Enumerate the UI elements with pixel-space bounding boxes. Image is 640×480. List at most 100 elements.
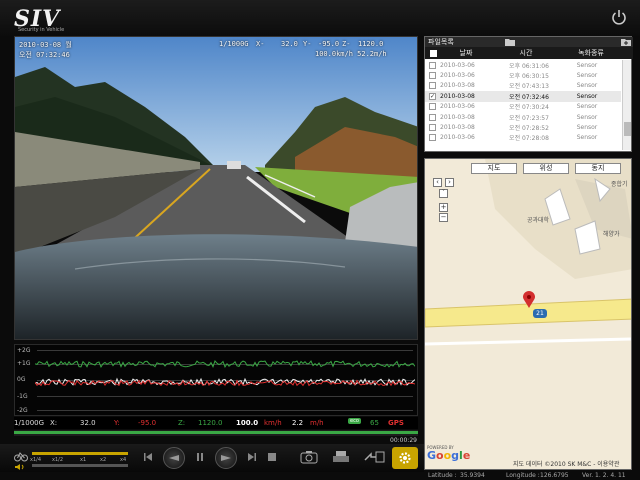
skip-previous-button[interactable] bbox=[142, 450, 154, 464]
row-time: 오전 07:28:52 bbox=[509, 125, 549, 133]
table-row[interactable]: 2010-03-06 오후 06:30:15 Sensor bbox=[425, 70, 621, 80]
map-copyright[interactable]: 지도 데이터 ©2010 SK M&C - 이용약관 bbox=[513, 459, 619, 468]
table-row[interactable]: ✓ 2010-03-08 오전 07:32:46 Sensor bbox=[425, 91, 621, 102]
map-label-college: 공과대학 bbox=[527, 217, 550, 224]
pan-down-button[interactable]: ˇ bbox=[439, 189, 448, 198]
longitude-label: Longitude : bbox=[506, 472, 540, 479]
app-tagline: Security in Vehicle bbox=[18, 27, 65, 33]
row-checkbox[interactable]: ✓ bbox=[429, 92, 436, 100]
row-type: Sensor bbox=[576, 72, 598, 80]
row-checkbox[interactable] bbox=[429, 113, 436, 121]
scrollbar-thumb[interactable] bbox=[624, 122, 631, 136]
row-checkbox[interactable] bbox=[429, 61, 436, 69]
row-type: Sensor bbox=[576, 61, 598, 69]
speed-slider[interactable] bbox=[32, 452, 128, 455]
pan-left-button[interactable]: ‹ bbox=[433, 178, 442, 187]
table-row[interactable]: 2010-03-06 오전 07:28:08 Sensor bbox=[425, 133, 621, 143]
speed-mark: x2 bbox=[100, 457, 107, 463]
print-button[interactable] bbox=[330, 448, 352, 466]
row-type: Sensor bbox=[576, 103, 598, 111]
recording-list-panel: 파일목록 날짜 시간 녹화종류 2010-03-06 오후 06:31:06 Sen… bbox=[424, 36, 633, 152]
column-type[interactable]: 녹화종류 bbox=[561, 47, 621, 59]
map-tab-hybrid[interactable]: 동지 bbox=[575, 163, 621, 174]
table-row[interactable]: 2010-03-08 오전 07:28:52 Sensor bbox=[425, 122, 621, 132]
skip-next-button[interactable] bbox=[246, 450, 258, 464]
playback-progress[interactable] bbox=[14, 430, 418, 436]
row-date: 2010-03-08 bbox=[440, 92, 475, 100]
tele-z-label: Z: bbox=[178, 419, 186, 427]
speed-mark: x4 bbox=[120, 457, 127, 463]
row-checkbox[interactable] bbox=[429, 72, 436, 80]
row-type: Sensor bbox=[576, 92, 598, 100]
header-checkbox-cell[interactable] bbox=[425, 47, 441, 59]
column-date[interactable]: 날짜 bbox=[441, 47, 491, 59]
map-tab-map[interactable]: 지도 bbox=[471, 163, 517, 174]
g-label-minus2: -2G bbox=[17, 407, 28, 414]
skip-next-icon bbox=[248, 453, 256, 461]
export-button[interactable] bbox=[362, 448, 386, 466]
bicycle-speed-icon bbox=[14, 452, 28, 462]
speed-mark: x1/4 bbox=[30, 457, 42, 463]
folder-icon[interactable] bbox=[505, 38, 515, 46]
osd-speed: 100.0km/h 52.2m/h bbox=[315, 50, 387, 58]
latitude-label: Latitude : bbox=[428, 472, 457, 479]
volume-slider[interactable] bbox=[32, 464, 128, 467]
row-checkbox[interactable] bbox=[429, 82, 436, 90]
location-marker-icon[interactable] bbox=[523, 291, 535, 309]
row-checkbox[interactable] bbox=[429, 124, 436, 132]
table-row[interactable]: 2010-03-08 오전 07:23:57 Sensor bbox=[425, 112, 621, 122]
pause-button[interactable] bbox=[194, 450, 206, 464]
row-checkbox[interactable] bbox=[429, 134, 436, 142]
gps-badge: GPS bbox=[388, 419, 404, 427]
print-icon bbox=[333, 451, 349, 462]
snapshot-button[interactable] bbox=[298, 448, 320, 466]
pan-right-button[interactable]: › bbox=[445, 178, 454, 187]
export-icon bbox=[364, 451, 385, 463]
map-panel[interactable]: 지도 위성 동지 ‹ › ˇ + − 공과대학 종합기 해양가 21 POWER… bbox=[424, 158, 632, 470]
table-row[interactable]: 2010-03-06 오전 07:30:24 Sensor bbox=[425, 102, 621, 112]
fast-forward-button[interactable] bbox=[215, 447, 237, 469]
power-icon[interactable] bbox=[610, 8, 628, 26]
table-row[interactable]: 2010-03-08 오전 07:43:13 Sensor bbox=[425, 81, 621, 91]
osd-x-value: 32.0 bbox=[281, 40, 298, 48]
list-scrollbar[interactable] bbox=[622, 60, 631, 150]
g-label-zero: 0G bbox=[17, 376, 26, 383]
eco-value: 65 bbox=[370, 419, 379, 427]
dashcam-frame bbox=[15, 37, 417, 339]
row-time: 오전 07:23:57 bbox=[509, 114, 549, 122]
row-time: 오후 06:31:06 bbox=[509, 62, 549, 70]
row-date: 2010-03-08 bbox=[440, 82, 475, 90]
playback-controls: x1/4 x1/2 x1 x2 x4 bbox=[0, 444, 424, 472]
row-checkbox[interactable] bbox=[429, 103, 436, 111]
skip-previous-icon bbox=[144, 453, 152, 461]
z-axis-trace bbox=[35, 360, 415, 369]
zoom-out-button[interactable]: − bbox=[439, 213, 448, 222]
map-tab-satellite[interactable]: 위성 bbox=[523, 163, 569, 174]
status-bar: Latitude : 35.9394 Longitude : 126.6795 … bbox=[424, 472, 640, 480]
tele-dist-value: 2.2 bbox=[292, 419, 304, 427]
add-folder-icon[interactable] bbox=[621, 38, 631, 46]
row-time: 오전 07:32:46 bbox=[509, 93, 549, 101]
row-date: 2010-03-08 bbox=[440, 124, 475, 132]
google-logo: Google bbox=[427, 449, 471, 462]
zoom-in-button[interactable]: + bbox=[439, 203, 448, 212]
volume-icon bbox=[15, 464, 24, 470]
select-all-checkbox[interactable] bbox=[429, 50, 437, 57]
speed-mark: x1 bbox=[80, 457, 87, 463]
row-date: 2010-03-08 bbox=[440, 113, 475, 121]
video-viewport[interactable]: 2010-03-08 월 오전 07:32:46 1/1000G X- 32.0… bbox=[14, 36, 418, 340]
g-sensor-graph: +2G +1G 0G -1G -2G bbox=[14, 344, 418, 416]
row-time: 오전 07:30:24 bbox=[509, 104, 549, 112]
osd-z-value: 1120.0 bbox=[358, 40, 384, 48]
table-row[interactable]: 2010-03-06 오후 06:31:06 Sensor bbox=[425, 60, 621, 70]
list-title: 파일목록 bbox=[425, 37, 633, 47]
tele-speed-unit: km/h bbox=[264, 419, 282, 427]
stop-button[interactable] bbox=[266, 450, 278, 464]
settings-button[interactable] bbox=[392, 447, 418, 469]
rewind-button[interactable] bbox=[163, 447, 185, 469]
tele-x-label: X: bbox=[50, 419, 58, 427]
column-time[interactable]: 시간 bbox=[491, 47, 561, 59]
pause-icon bbox=[197, 453, 203, 461]
row-date: 2010-03-06 bbox=[440, 103, 475, 111]
g-label-plus2: +2G bbox=[17, 347, 31, 354]
